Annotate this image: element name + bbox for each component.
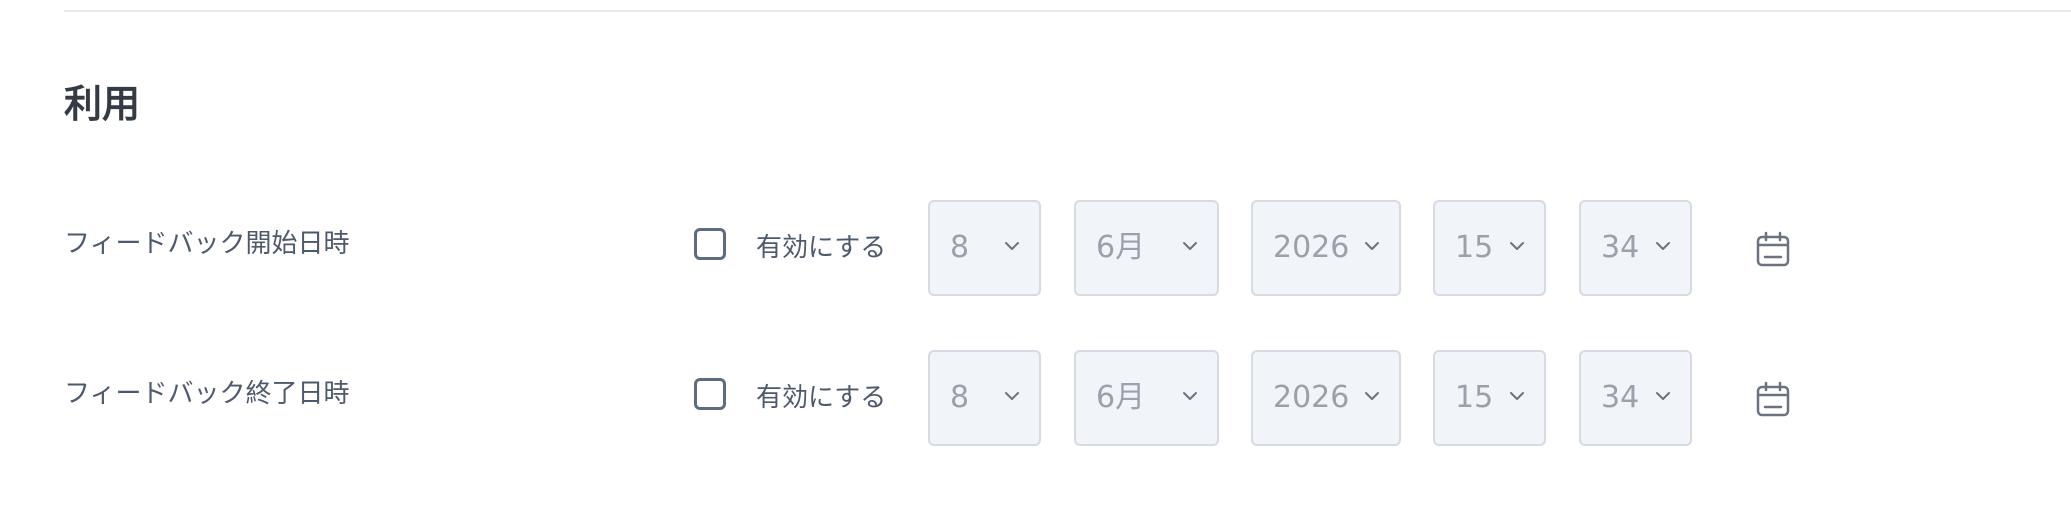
feedback-start-year-select[interactable]: 2026 (1251, 200, 1401, 296)
feedback-start-row: フィードバック開始日時 有効にする 8 6月 2026 15 34 (0, 200, 2071, 296)
section-title: 利用 (64, 82, 141, 126)
feedback-end-day-value: 8 (950, 380, 970, 415)
calendar-icon[interactable] (1754, 230, 1792, 268)
feedback-end-year-value: 2026 (1273, 380, 1350, 415)
chevron-down-icon (1183, 242, 1197, 250)
feedback-end-year-select[interactable]: 2026 (1251, 350, 1401, 446)
chevron-down-icon (1510, 392, 1524, 400)
chevron-down-icon (1005, 242, 1019, 250)
feedback-start-minute-select[interactable]: 34 (1579, 200, 1692, 296)
feedback-end-minute-select[interactable]: 34 (1579, 350, 1692, 446)
chevron-down-icon (1656, 242, 1670, 250)
feedback-start-hour-select[interactable]: 15 (1433, 200, 1546, 296)
calendar-icon[interactable] (1754, 380, 1792, 418)
feedback-end-hour-value: 15 (1455, 380, 1494, 415)
feedback-start-month-select[interactable]: 6月 (1074, 200, 1219, 296)
chevron-down-icon (1183, 392, 1197, 400)
feedback-start-day-value: 8 (950, 230, 970, 265)
feedback-start-minute-value: 34 (1601, 230, 1640, 265)
feedback-start-day-select[interactable]: 8 (928, 200, 1041, 296)
feedback-end-row: フィードバック終了日時 有効にする 8 6月 2026 15 34 (0, 350, 2071, 446)
feedback-end-day-select[interactable]: 8 (928, 350, 1041, 446)
chevron-down-icon (1510, 242, 1524, 250)
chevron-down-icon (1365, 392, 1379, 400)
feedback-end-hour-select[interactable]: 15 (1433, 350, 1546, 446)
feedback-start-label: フィードバック開始日時 (64, 229, 350, 259)
chevron-down-icon (1656, 392, 1670, 400)
feedback-start-enable-label[interactable]: 有効にする (756, 228, 886, 268)
feedback-end-enable-checkbox[interactable] (694, 378, 726, 410)
feedback-start-month-value: 6月 (1096, 230, 1146, 265)
feedback-start-enable-checkbox[interactable] (694, 228, 726, 260)
feedback-end-label: フィードバック終了日時 (64, 379, 350, 409)
feedback-start-year-value: 2026 (1273, 230, 1350, 265)
feedback-end-month-value: 6月 (1096, 380, 1146, 415)
top-divider (64, 10, 2071, 12)
feedback-end-minute-value: 34 (1601, 380, 1640, 415)
feedback-end-month-select[interactable]: 6月 (1074, 350, 1219, 446)
chevron-down-icon (1005, 392, 1019, 400)
feedback-start-hour-value: 15 (1455, 230, 1494, 265)
chevron-down-icon (1365, 242, 1379, 250)
feedback-end-enable-label[interactable]: 有効にする (756, 378, 886, 418)
